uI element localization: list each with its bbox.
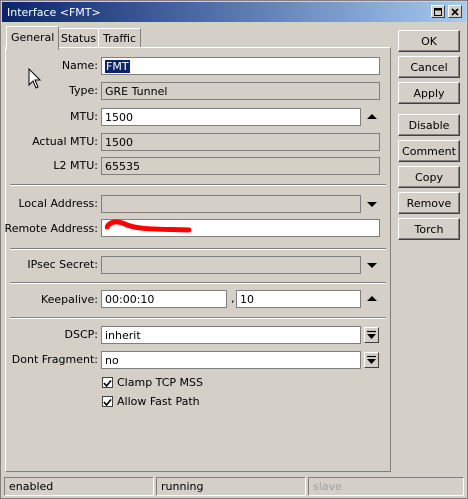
status-enabled: enabled [4,477,154,496]
maximize-icon[interactable] [431,5,445,18]
dont-fragment-select[interactable]: no [101,351,361,369]
local-address-input[interactable] [101,195,361,213]
allow-fast-path-label: Allow Fast Path [117,395,200,408]
separator [10,282,386,284]
name-label: Name: [61,59,98,72]
ok-button[interactable]: OK [398,30,460,52]
dont-fragment-label: Dont Fragment: [11,353,98,366]
mtu-input[interactable]: 1500 [101,108,361,126]
local-address-label: Local Address: [18,197,98,210]
clamp-tcp-mss-checkbox[interactable] [102,377,113,388]
l2-mtu-field: 65535 [101,157,380,175]
check-icon [103,379,112,388]
remove-button[interactable]: Remove [398,192,460,214]
ipsec-secret-label: IPsec Secret: [27,258,98,271]
general-panel: Name: FMT Type: GRE Tunnel MTU: 1500 Act… [5,47,391,472]
dscp-dropdown-button[interactable] [364,327,379,343]
separator [10,184,386,186]
ipsec-secret-dropdown-icon[interactable] [367,260,377,270]
cancel-button[interactable]: Cancel [398,56,460,78]
redaction-mark [105,219,192,233]
clamp-tcp-mss-label: Clamp TCP MSS [117,376,204,389]
dscp-select[interactable]: inherit [101,326,361,344]
interface-window: Interface <FMT> General Status Traffic N… [0,0,468,499]
status-running: running [156,477,306,496]
disable-button[interactable]: Disable [398,114,460,136]
close-icon[interactable] [448,5,462,18]
name-input[interactable]: FMT [101,57,380,75]
apply-button[interactable]: Apply [398,82,460,104]
comment-button[interactable]: Comment [398,140,460,162]
check-icon [103,398,112,407]
type-label: Type: [69,84,98,97]
actual-mtu-label: Actual MTU: [32,135,98,148]
keepalive-collapse-icon[interactable] [367,294,377,304]
keepalive-retries-input[interactable]: 10 [236,290,361,308]
type-field: GRE Tunnel [101,82,380,100]
chevron-down-icon [367,355,376,364]
separator [10,248,386,250]
window-title: Interface <FMT> [7,6,101,19]
keepalive-interval-input[interactable]: 00:00:10 [101,290,227,308]
title-bar[interactable]: Interface <FMT> [2,2,466,22]
allow-fast-path-checkbox[interactable] [102,396,113,407]
status-bar: enabled running slave [4,477,464,496]
keepalive-label: Keepalive: [40,293,98,306]
tab-general[interactable]: General [6,26,60,50]
keepalive-separator: , [231,292,235,305]
tab-traffic[interactable]: Traffic [98,28,142,48]
actual-mtu-field: 1500 [101,133,380,151]
dscp-label: DSCP: [64,328,98,341]
ipsec-secret-input[interactable] [101,256,361,274]
torch-button[interactable]: Torch [398,218,460,240]
mtu-label: MTU: [70,110,98,123]
l2-mtu-label: L2 MTU: [53,159,98,172]
dont-fragment-dropdown-button[interactable] [364,352,379,368]
copy-button[interactable]: Copy [398,166,460,188]
mtu-collapse-icon[interactable] [367,112,377,122]
remote-address-label: Remote Address: [4,222,98,235]
separator [10,317,386,319]
status-slave: slave [308,477,464,496]
local-address-dropdown-icon[interactable] [367,199,377,209]
chevron-down-icon [367,330,376,339]
tab-status[interactable]: Status [56,28,102,48]
